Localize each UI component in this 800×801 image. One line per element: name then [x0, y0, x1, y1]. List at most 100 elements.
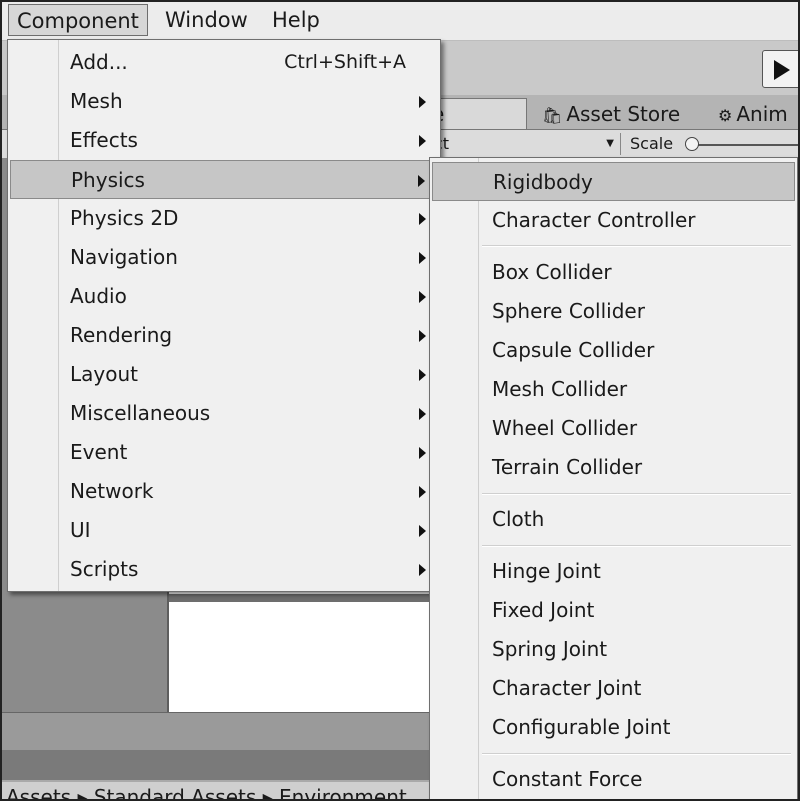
menu-item-label: UI [70, 518, 91, 542]
menu-item-label: Event [70, 440, 128, 464]
chevron-right-icon [419, 135, 426, 147]
menu-item-network[interactable]: Network [10, 472, 438, 511]
chevron-down-icon: ▼ [606, 138, 614, 149]
menu-item-sphere-collider[interactable]: Sphere Collider [432, 292, 795, 331]
menu-item-label: Terrain Collider [492, 455, 643, 479]
menu-item-label: Mesh Collider [492, 377, 628, 401]
menu-item-terrain-collider[interactable]: Terrain Collider [432, 448, 795, 487]
menu-help[interactable]: Help [264, 4, 328, 36]
chevron-right-icon [418, 175, 425, 187]
menu-item-label: Layout [70, 362, 138, 386]
tab-asset-store-label: Asset Store [566, 102, 681, 126]
project-panel-header [2, 712, 432, 751]
chevron-right-icon [419, 96, 426, 108]
menu-item-scripts[interactable]: Scripts [10, 550, 438, 589]
menu-bar: Component Window Help [2, 2, 798, 41]
menu-separator [482, 753, 791, 755]
chevron-right-icon [419, 252, 426, 264]
tab-scene[interactable]: e [427, 98, 527, 129]
menu-item-label: Physics 2D [70, 206, 179, 230]
menu-item-label: Network [70, 479, 154, 503]
component-menu: Add... Ctrl+Shift+A Mesh Effects Physics … [7, 39, 441, 592]
menu-item-add[interactable]: Add... Ctrl+Shift+A [10, 43, 438, 82]
menu-item-label: Cloth [492, 507, 545, 531]
menu-item-label: Miscellaneous [70, 401, 211, 425]
menu-item-physics-2d[interactable]: Physics 2D [10, 199, 438, 238]
scale-label: Scale [630, 134, 674, 153]
menu-item-rendering[interactable]: Rendering [10, 316, 438, 355]
menu-item-constant-force[interactable]: Constant Force [432, 760, 795, 799]
menu-item-label: Fixed Joint [492, 598, 595, 622]
menu-item-hinge-joint[interactable]: Hinge Joint [432, 552, 795, 591]
chevron-right-icon [419, 330, 426, 342]
menu-item-label: Hinge Joint [492, 559, 601, 583]
shopping-bag-icon: 🛍 [542, 106, 563, 125]
chevron-right-icon [419, 486, 426, 498]
menu-item-label: Rendering [70, 323, 173, 347]
menu-item-event[interactable]: Event [10, 433, 438, 472]
menu-item-box-collider[interactable]: Box Collider [432, 253, 795, 292]
menu-item-layout[interactable]: Layout [10, 355, 438, 394]
menu-item-label: Scripts [70, 557, 139, 581]
menu-item-rigidbody[interactable]: Rigidbody [432, 162, 795, 201]
menu-item-label: Sphere Collider [492, 299, 645, 323]
menu-item-label: Character Joint [492, 676, 642, 700]
play-icon [774, 60, 790, 80]
menu-separator [482, 545, 791, 547]
menu-item-wheel-collider[interactable]: Wheel Collider [432, 409, 795, 448]
menu-item-ui[interactable]: UI [10, 511, 438, 550]
menu-item-label: Physics [71, 168, 145, 192]
chevron-right-icon [419, 564, 426, 576]
play-button[interactable] [762, 50, 798, 88]
menu-item-miscellaneous[interactable]: Miscellaneous [10, 394, 438, 433]
chevron-right-icon [419, 369, 426, 381]
viewport-divider [169, 594, 431, 602]
chevron-right-icon [419, 408, 426, 420]
menu-item-label: Rigidbody [493, 170, 593, 194]
physics-submenu: Rigidbody Character Controller Box Colli… [429, 157, 798, 799]
menu-item-label: Navigation [70, 245, 178, 269]
menu-item-effects[interactable]: Effects [10, 121, 438, 160]
menu-item-mesh[interactable]: Mesh [10, 82, 438, 121]
tab-animation[interactable]: ⚙ Anim [718, 100, 788, 130]
menu-item-mesh-collider[interactable]: Mesh Collider [432, 370, 795, 409]
menu-item-label: Spring Joint [492, 637, 608, 661]
project-panel [2, 750, 432, 780]
menu-item-navigation[interactable]: Navigation [10, 238, 438, 277]
chevron-right-icon [419, 213, 426, 225]
menu-item-character-joint[interactable]: Character Joint [432, 669, 795, 708]
menu-item-physics[interactable]: Physics [10, 160, 438, 199]
tab-animation-label: Anim [736, 102, 788, 126]
chevron-right-icon [419, 447, 426, 459]
menu-item-configurable-joint[interactable]: Configurable Joint [432, 708, 795, 747]
menu-item-label: Box Collider [492, 260, 612, 284]
menu-item-label: Mesh [70, 89, 123, 113]
menu-item-audio[interactable]: Audio [10, 277, 438, 316]
menu-item-label: Character Controller [492, 208, 696, 232]
menu-item-label: Configurable Joint [492, 715, 671, 739]
menu-separator [482, 493, 791, 495]
chevron-right-icon [419, 525, 426, 537]
menu-item-label: Add... [70, 50, 128, 74]
menu-item-spring-joint[interactable]: Spring Joint [432, 630, 795, 669]
menu-item-label: Capsule Collider [492, 338, 655, 362]
scale-slider-track[interactable] [692, 144, 798, 146]
editor-window: e 🛍Asset Store ⚙Anim ct▼ Scale Assets ▸ … [0, 0, 800, 801]
menu-item-label: Wheel Collider [492, 416, 638, 440]
menu-item-label: Audio [70, 284, 127, 308]
animation-icon: ⚙ [718, 106, 733, 125]
breadcrumb-path[interactable]: Assets ▸ Standard Assets ▸ Environment [6, 782, 407, 799]
menu-item-character-controller[interactable]: Character Controller [432, 201, 795, 240]
menu-item-capsule-collider[interactable]: Capsule Collider [432, 331, 795, 370]
scale-slider-handle[interactable] [685, 137, 699, 151]
shortcut-label: Ctrl+Shift+A [284, 51, 406, 73]
menu-window[interactable]: Window [157, 4, 256, 36]
menu-item-fixed-joint[interactable]: Fixed Joint [432, 591, 795, 630]
menu-item-label: Constant Force [492, 767, 643, 791]
menu-item-cloth[interactable]: Cloth [432, 500, 795, 539]
chevron-right-icon [419, 291, 426, 303]
tab-asset-store[interactable]: 🛍 Asset Store [542, 100, 680, 130]
menu-component[interactable]: Component [8, 4, 148, 36]
menu-item-label: Effects [70, 128, 138, 152]
aspect-dropdown[interactable]: ct ▼ [434, 133, 621, 155]
